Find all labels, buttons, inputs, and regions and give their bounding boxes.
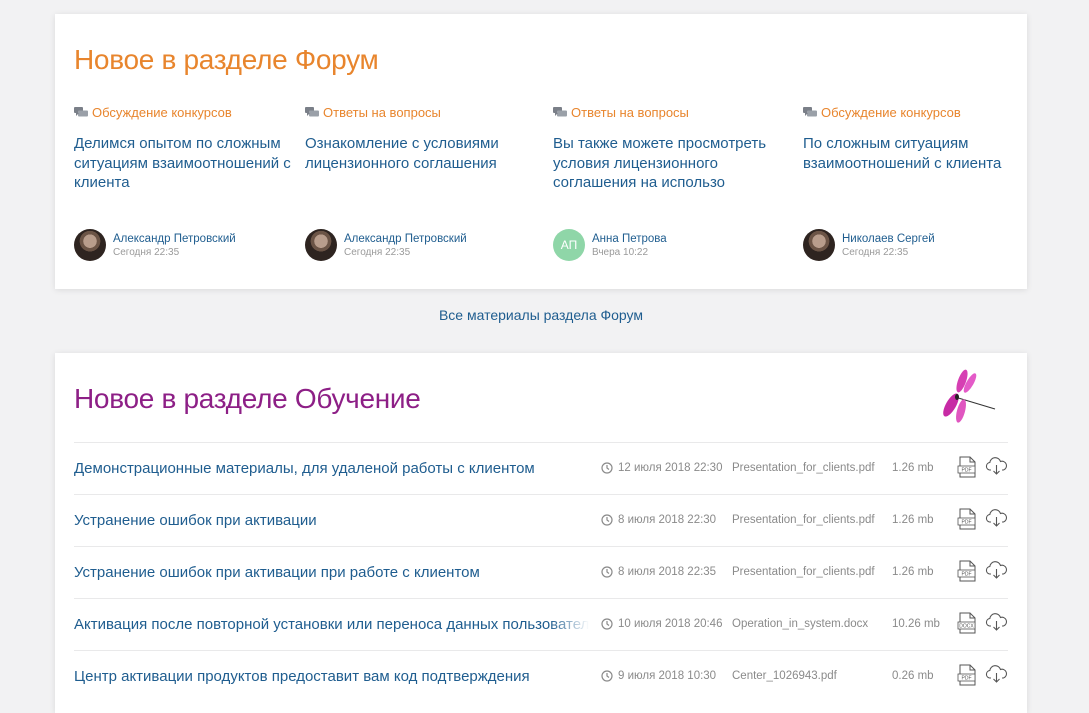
avatar[interactable]	[305, 229, 337, 261]
learning-row: Демонстрационные материалы, для удаленой…	[74, 442, 1008, 494]
forum-post-author: АП Анна Петрова Вчера 10:22	[553, 229, 783, 261]
forum-post: Обсуждение конкурсов По сложным ситуация…	[803, 104, 1033, 261]
date-text: 12 июля 2018 22:30	[618, 462, 723, 474]
pdf-file-icon: PDF	[957, 456, 976, 478]
clock-icon	[601, 514, 613, 526]
forum-post: Обсуждение конкурсов Делимся опытом по с…	[74, 104, 304, 261]
download-cloud-icon[interactable]	[985, 456, 1008, 476]
pdf-file-icon: PDF	[957, 560, 976, 582]
learning-item-date: 12 июля 2018 22:30	[601, 462, 722, 474]
learning-item-title[interactable]: Демонстрационные материалы, для удаленой…	[74, 460, 589, 477]
learning-item-date: 10 июля 2018 20:46	[601, 618, 722, 630]
author-name[interactable]: Анна Петрова	[592, 232, 667, 246]
forum-category-label: Ответы на вопросы	[323, 104, 441, 120]
file-type-label: PDF	[962, 520, 972, 526]
file-name: Center_1026943.pdf	[732, 670, 837, 682]
chat-bubbles-icon	[803, 106, 817, 116]
avatar-initials: АП	[560, 238, 578, 252]
avatar[interactable]	[803, 229, 835, 261]
post-timestamp: Сегодня 22:35	[344, 246, 411, 258]
forum-post-author: Александр Петровский Сегодня 22:35	[305, 229, 535, 261]
clock-icon	[601, 462, 613, 474]
file-size: 0.26 mb	[892, 670, 934, 682]
forum-category[interactable]: Обсуждение конкурсов	[803, 104, 1033, 120]
learning-item-title[interactable]: Устранение ошибок при активации при рабо…	[74, 564, 589, 581]
post-timestamp: Сегодня 22:35	[842, 246, 909, 258]
file-type-label: DOCX	[959, 624, 974, 630]
date-text: 10 июля 2018 20:46	[618, 618, 723, 630]
download-cloud-icon[interactable]	[985, 508, 1008, 528]
download-cloud-icon[interactable]	[985, 560, 1008, 580]
learning-item-date: 8 июля 2018 22:35	[601, 566, 716, 578]
forum-post-title[interactable]: Ознакомление с условиями лицензионного с…	[305, 134, 535, 173]
file-name: Operation_in_system.docx	[732, 618, 869, 630]
learning-section-card: Новое в разделе Обучение Демонстрационны…	[55, 353, 1027, 713]
date-text: 9 июля 2018 10:30	[618, 670, 717, 682]
file-size: 1.26 mb	[892, 462, 934, 474]
post-timestamp: Сегодня 22:35	[113, 246, 180, 258]
forum-section-card: Новое в разделе Форум Обсуждение конкурс…	[55, 14, 1027, 289]
forum-post-author: Александр Петровский Сегодня 22:35	[74, 229, 304, 261]
chat-bubbles-icon	[74, 106, 88, 116]
learning-row: Центр активации продуктов предоставит ва…	[74, 650, 1008, 702]
forum-post: Ответы на вопросы Ознакомление с условия…	[305, 104, 535, 261]
forum-category[interactable]: Ответы на вопросы	[553, 104, 783, 120]
clock-icon	[601, 618, 613, 630]
forum-post: Ответы на вопросы Вы также можете просмо…	[553, 104, 783, 261]
author-name[interactable]: Николаев Сергей	[842, 232, 935, 246]
all-forum-materials-link[interactable]: Все материалы раздела Форум	[0, 307, 1082, 323]
download-cloud-icon[interactable]	[985, 664, 1008, 684]
forum-category-label: Обсуждение конкурсов	[821, 104, 961, 120]
forum-post-author: Николаев Сергей Сегодня 22:35	[803, 229, 1033, 261]
avatar[interactable]: АП	[553, 229, 585, 261]
chat-bubbles-icon	[305, 106, 319, 116]
file-name: Presentation_for_clients.pdf	[732, 462, 875, 474]
clock-icon	[601, 566, 613, 578]
author-name[interactable]: Александр Петровский	[344, 232, 467, 246]
chat-bubbles-icon	[553, 106, 567, 116]
learning-item-date: 9 июля 2018 10:30	[601, 670, 716, 682]
file-type-label: PDF	[962, 676, 972, 682]
clock-icon	[601, 670, 613, 682]
download-cloud-icon[interactable]	[985, 612, 1008, 632]
file-name: Presentation_for_clients.pdf	[732, 514, 875, 526]
post-timestamp: Вчера 10:22	[592, 246, 649, 258]
learning-section-title: Новое в разделе Обучение	[74, 383, 421, 414]
learning-item-title[interactable]: Активация после повторной установки или …	[74, 616, 589, 633]
forum-post-title[interactable]: Делимся опытом по сложным ситуациям взаи…	[74, 134, 304, 193]
file-size: 1.26 mb	[892, 566, 934, 578]
docx-file-icon: DOCX	[957, 612, 976, 634]
forum-category-label: Обсуждение конкурсов	[92, 104, 232, 120]
author-name[interactable]: Александр Петровский	[113, 232, 236, 246]
file-type-label: PDF	[962, 572, 972, 578]
file-size: 10.26 mb	[892, 618, 940, 630]
forum-category[interactable]: Ответы на вопросы	[305, 104, 535, 120]
pdf-file-icon: PDF	[957, 508, 976, 530]
learning-row: Устранение ошибок при активации при рабо…	[74, 546, 1008, 598]
avatar[interactable]	[74, 229, 106, 261]
learning-item-date: 8 июля 2018 22:30	[601, 514, 716, 526]
pdf-file-icon: PDF	[957, 664, 976, 686]
date-text: 8 июля 2018 22:30	[618, 514, 717, 526]
forum-category-label: Ответы на вопросы	[571, 104, 689, 120]
forum-post-title[interactable]: Вы также можете просмотреть условия лице…	[553, 134, 783, 193]
dragonfly-logo-icon	[943, 369, 996, 423]
learning-item-title[interactable]: Центр активации продуктов предоставит ва…	[74, 668, 589, 685]
file-type-label: PDF	[962, 468, 972, 474]
learning-row: Активация после повторной установки или …	[74, 598, 1008, 650]
forum-section-title: Новое в разделе Форум	[74, 44, 379, 75]
date-text: 8 июля 2018 22:35	[618, 566, 717, 578]
learning-row: Устранение ошибок при активации 8 июля 2…	[74, 494, 1008, 546]
forum-post-title[interactable]: По сложным ситуациям взаимоотношений с к…	[803, 134, 1033, 173]
learning-item-title[interactable]: Устранение ошибок при активации	[74, 512, 589, 529]
forum-category[interactable]: Обсуждение конкурсов	[74, 104, 304, 120]
file-name: Presentation_for_clients.pdf	[732, 566, 875, 578]
file-size: 1.26 mb	[892, 514, 934, 526]
